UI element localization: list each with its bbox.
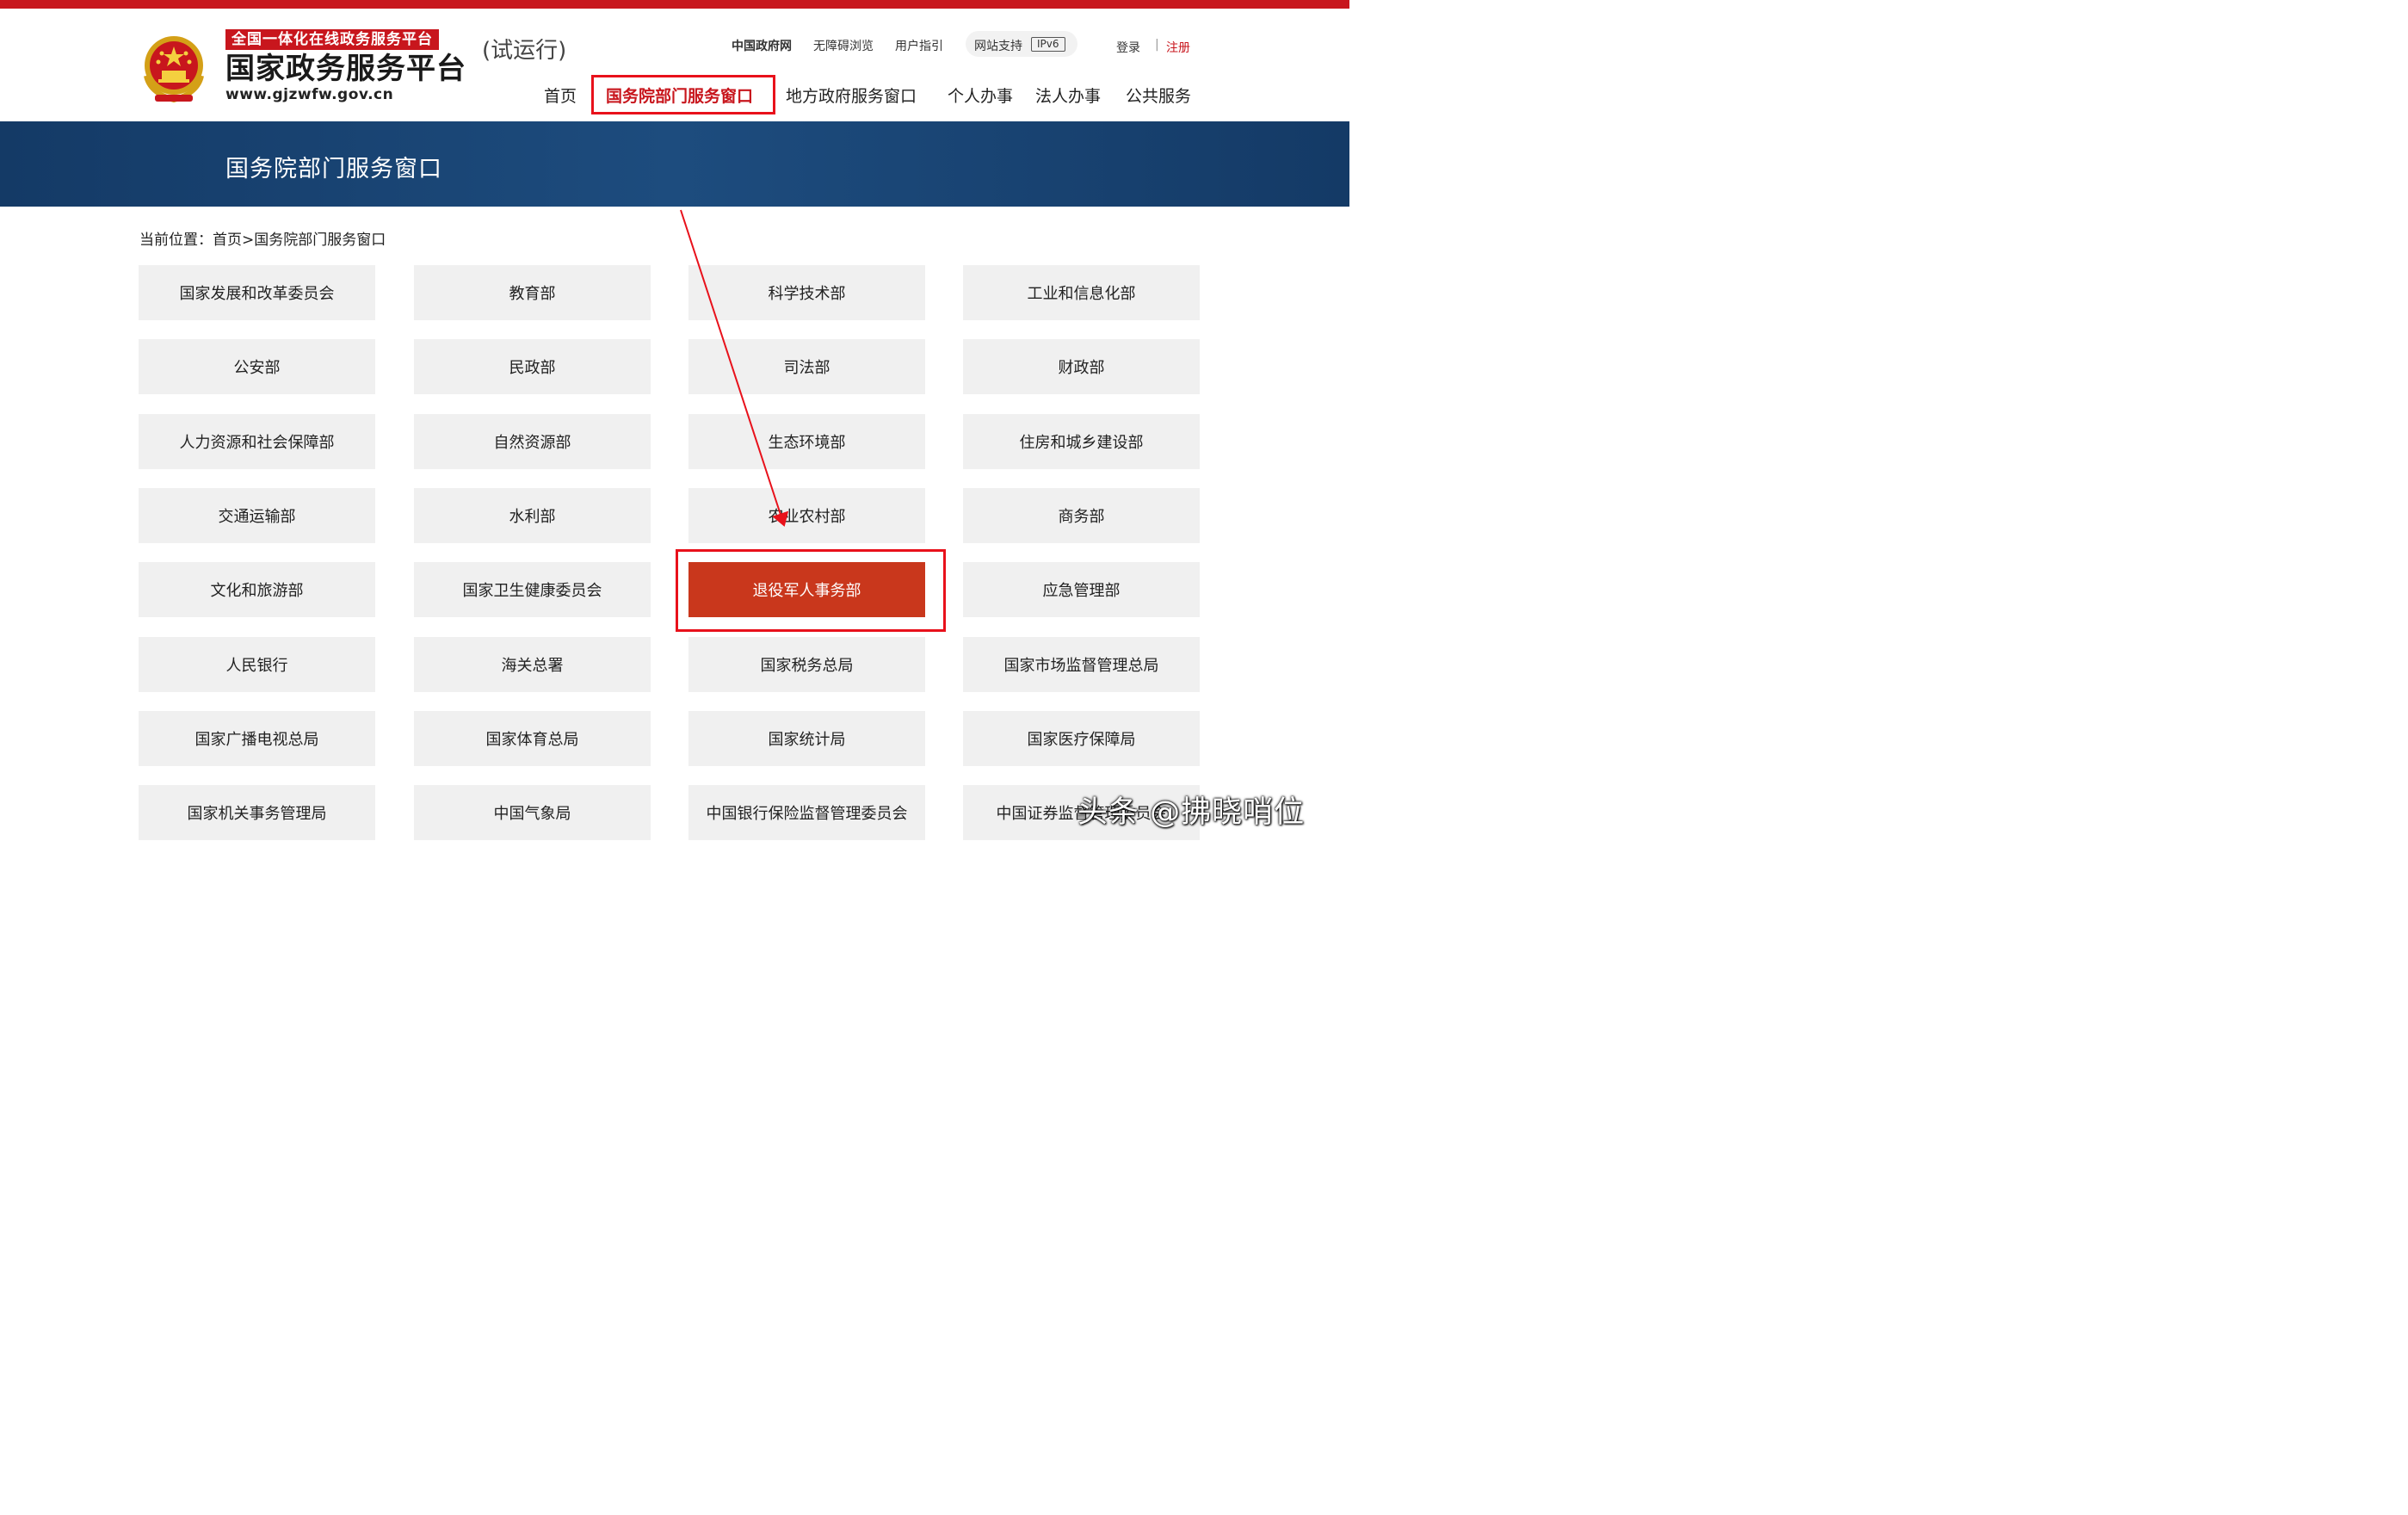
trial-label: (试运行) bbox=[482, 38, 567, 64]
register-link[interactable]: 注册 bbox=[1166, 39, 1190, 56]
department-tile[interactable]: 财政部 bbox=[963, 339, 1200, 394]
department-tile[interactable]: 应急管理部 bbox=[963, 562, 1200, 617]
nav-personal-affairs[interactable]: 个人办事 bbox=[948, 83, 1013, 107]
site-logo[interactable]: 全国一体化在线政务服务平台 国家政务服务平台 www.gjzwfw.gov.cn bbox=[225, 29, 466, 103]
site-header: 全国一体化在线政务服务平台 国家政务服务平台 www.gjzwfw.gov.cn… bbox=[0, 9, 1349, 121]
page-banner: 国务院部门服务窗口 bbox=[0, 121, 1349, 207]
department-tile[interactable]: 中国气象局 bbox=[414, 785, 651, 840]
link-user-guide[interactable]: 用户指引 bbox=[895, 37, 943, 54]
department-tile[interactable]: 教育部 bbox=[414, 265, 651, 320]
link-gov-cn[interactable]: 中国政府网 bbox=[732, 37, 792, 54]
nav-state-council-departments[interactable]: 国务院部门服务窗口 bbox=[606, 83, 753, 107]
department-tile[interactable]: 国家统计局 bbox=[688, 711, 925, 766]
department-tile[interactable]: 国家市场监督管理总局 bbox=[963, 637, 1200, 692]
department-tile[interactable]: 工业和信息化部 bbox=[963, 265, 1200, 320]
department-tile[interactable]: 国家税务总局 bbox=[688, 637, 925, 692]
logo-url: www.gjzwfw.gov.cn bbox=[225, 86, 394, 103]
department-tile[interactable]: 生态环境部 bbox=[688, 414, 925, 469]
top-red-bar bbox=[0, 0, 1349, 9]
department-tile[interactable]: 住房和城乡建设部 bbox=[963, 414, 1200, 469]
ipv6-badge: IPv6 bbox=[1031, 37, 1065, 52]
ipv6-support: 网站支持 IPv6 bbox=[966, 31, 1077, 57]
department-tile[interactable]: 交通运输部 bbox=[139, 488, 375, 543]
nav-corporate-affairs[interactable]: 法人办事 bbox=[1035, 83, 1101, 107]
department-tile[interactable]: 民政部 bbox=[414, 339, 651, 394]
department-tile[interactable]: 国家体育总局 bbox=[414, 711, 651, 766]
department-tile[interactable]: 自然资源部 bbox=[414, 414, 651, 469]
department-tile[interactable]: 国家广播电视总局 bbox=[139, 711, 375, 766]
watermark: 头条 @拂晓哨位 bbox=[1077, 795, 1306, 830]
highlight-annotation-box bbox=[676, 549, 946, 632]
department-tile[interactable]: 国家卫生健康委员会 bbox=[414, 562, 651, 617]
department-tile[interactable]: 人民银行 bbox=[139, 637, 375, 692]
national-emblem-icon[interactable] bbox=[138, 31, 210, 105]
department-tile[interactable]: 农业农村部 bbox=[688, 488, 925, 543]
login-link[interactable]: 登录 bbox=[1116, 39, 1140, 56]
department-tile[interactable]: 国家发展和改革委员会 bbox=[139, 265, 375, 320]
department-tile[interactable]: 国家医疗保障局 bbox=[963, 711, 1200, 766]
department-tile[interactable]: 公安部 bbox=[139, 339, 375, 394]
page-title: 国务院部门服务窗口 bbox=[225, 156, 442, 182]
login-separator: | bbox=[1155, 38, 1159, 52]
nav-public-services[interactable]: 公共服务 bbox=[1126, 83, 1191, 107]
breadcrumb: 当前位置：首页>国务院部门服务窗口 bbox=[139, 232, 386, 249]
link-accessibility[interactable]: 无障碍浏览 bbox=[813, 37, 874, 54]
department-tile[interactable]: 文化和旅游部 bbox=[139, 562, 375, 617]
department-tile[interactable]: 国家机关事务管理局 bbox=[139, 785, 375, 840]
department-tile[interactable]: 中国银行保险监督管理委员会 bbox=[688, 785, 925, 840]
logo-title: 国家政务服务平台 bbox=[225, 52, 466, 86]
department-tile[interactable]: 人力资源和社会保障部 bbox=[139, 414, 375, 469]
department-tile[interactable]: 科学技术部 bbox=[688, 265, 925, 320]
department-tile[interactable]: 商务部 bbox=[963, 488, 1200, 543]
department-tile[interactable]: 海关总署 bbox=[414, 637, 651, 692]
department-tile[interactable]: 水利部 bbox=[414, 488, 651, 543]
site-support-label: 网站支持 bbox=[974, 40, 1022, 53]
department-tile[interactable]: 司法部 bbox=[688, 339, 925, 394]
nav-local-government[interactable]: 地方政府服务窗口 bbox=[786, 83, 917, 107]
logo-subtitle: 全国一体化在线政务服务平台 bbox=[225, 29, 439, 50]
nav-home[interactable]: 首页 bbox=[544, 83, 577, 107]
